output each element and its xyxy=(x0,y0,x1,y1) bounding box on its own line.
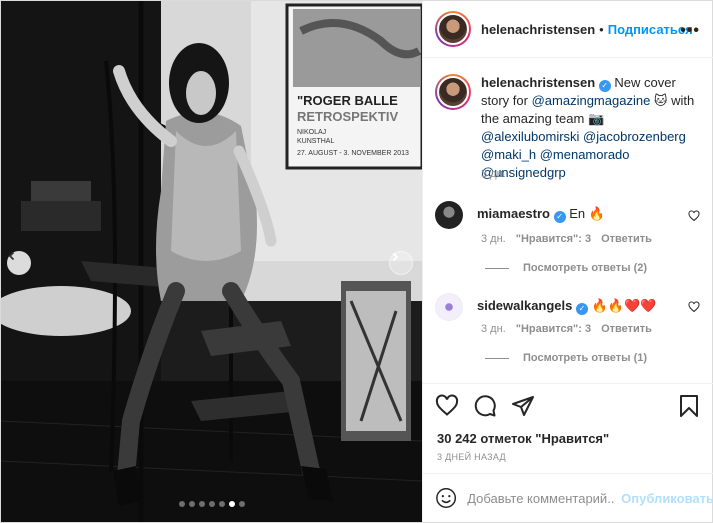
comment-meta: 3 дн. "Нравится": 3 Ответить xyxy=(481,233,652,245)
comment-likes[interactable]: "Нравится": 3 xyxy=(516,233,591,245)
save-bookmark-icon[interactable] xyxy=(678,394,700,418)
add-comment-bar: Добавьте комментарий... Опубликовать xyxy=(423,473,713,522)
comment-time[interactable]: 3 дн. xyxy=(481,233,506,245)
comment-item: miamaestro ✓ En 🔥 xyxy=(435,201,705,229)
replies-divider xyxy=(485,357,509,359)
comment-username[interactable]: miamaestro xyxy=(477,206,550,221)
slide-dot xyxy=(238,501,245,507)
more-options-icon[interactable]: ••• xyxy=(680,22,700,40)
replies-divider xyxy=(485,267,509,269)
reply-button[interactable]: Ответить xyxy=(601,323,652,335)
slide-dot xyxy=(208,501,215,507)
chevron-left-icon xyxy=(8,251,15,261)
caption-time[interactable]: 3 дн. xyxy=(481,168,506,180)
comment-likes[interactable]: "Нравится": 3 xyxy=(516,323,591,335)
comment-text: 🔥🔥❤️❤️ xyxy=(591,298,657,313)
verified-badge-icon: ✓ xyxy=(598,80,611,92)
view-replies-button[interactable]: Посмотреть ответы (2) xyxy=(485,262,647,274)
caption-avatar[interactable] xyxy=(435,74,471,110)
comment-text: En 🔥 xyxy=(569,206,605,221)
previous-slide-button[interactable] xyxy=(7,251,31,275)
reply-button[interactable]: Ответить xyxy=(601,233,652,245)
post-sidebar: helenachristensen • Подписаться ••• hele… xyxy=(422,1,713,522)
verified-badge-icon: ✓ xyxy=(576,303,589,315)
comment-username[interactable]: sidewalkangels xyxy=(477,298,572,313)
comment-meta: 3 дн. "Нравится": 3 Ответить xyxy=(481,323,652,335)
verified-badge-icon: ✓ xyxy=(553,211,566,223)
slide-dot xyxy=(228,501,235,507)
slide-dot xyxy=(188,501,195,507)
publish-button[interactable]: Опубликовать xyxy=(621,491,713,506)
posted-time[interactable]: 3 ДНЕЙ НАЗАД xyxy=(437,452,506,462)
caption-username[interactable]: helenachristensen xyxy=(481,75,595,90)
comment-item: sidewalkangels ✓ 🔥🔥❤️❤️ xyxy=(435,293,705,321)
slide-indicator xyxy=(1,501,422,507)
slide-dot xyxy=(178,501,185,507)
comment-time[interactable]: 3 дн. xyxy=(481,323,506,335)
svg-text:27. AUGUST - 3. NOVEMBER 2013: 27. AUGUST - 3. NOVEMBER 2013 xyxy=(297,150,409,157)
separator-dot: • xyxy=(599,21,604,37)
svg-text:NIKOLAJ: NIKOLAJ xyxy=(297,129,326,136)
photo-illustration: "ROGER BALLE RETROSPEKTIV NIKOLAJ KUNSTH… xyxy=(1,1,422,522)
like-heart-icon[interactable] xyxy=(435,394,459,418)
like-comment-heart-icon[interactable] xyxy=(688,301,700,313)
view-replies-button[interactable]: Посмотреть ответы (1) xyxy=(485,352,647,364)
like-comment-heart-icon[interactable] xyxy=(688,210,700,222)
comment-input[interactable]: Добавьте комментарий... xyxy=(467,491,615,506)
post-actions: 30 242 отметок "Нравится" 3 ДНЕЙ НАЗАД xyxy=(423,383,713,483)
comment-body: miamaestro ✓ En 🔥 xyxy=(477,206,605,229)
instagram-post: "ROGER BALLE RETROSPEKTIV NIKOLAJ KUNSTH… xyxy=(0,0,713,523)
commenter-avatar[interactable] xyxy=(435,201,463,229)
share-paper-plane-icon[interactable] xyxy=(511,394,535,418)
comment-body: sidewalkangels ✓ 🔥🔥❤️❤️ xyxy=(477,298,656,321)
likes-count[interactable]: 30 242 отметок "Нравится" xyxy=(437,431,609,446)
commenter-avatar[interactable] xyxy=(435,293,463,321)
svg-text:"ROGER BALLE: "ROGER BALLE xyxy=(297,93,398,108)
mention-magazine[interactable]: @amazingmagazine xyxy=(532,93,651,108)
slide-dot xyxy=(218,501,225,507)
action-icons xyxy=(435,394,535,418)
author-username[interactable]: helenachristensen xyxy=(481,22,595,37)
chevron-right-icon xyxy=(392,252,399,262)
comment-bubble-icon[interactable] xyxy=(473,394,497,418)
comments-area[interactable]: helenachristensen ✓ New cover story for … xyxy=(423,58,713,383)
slide-dot xyxy=(198,501,205,507)
view-replies-label: Посмотреть ответы (2) xyxy=(523,262,648,274)
emoji-icon[interactable] xyxy=(435,486,457,510)
caption-mentions[interactable]: @alexilubomirski @jacobrozenberg @maki_h… xyxy=(481,129,686,180)
view-replies-label: Посмотреть ответы (1) xyxy=(523,352,648,364)
post-photo[interactable]: "ROGER BALLE RETROSPEKTIV NIKOLAJ KUNSTH… xyxy=(1,1,422,522)
svg-text:RETROSPEKTIV: RETROSPEKTIV xyxy=(297,109,398,124)
post-caption: helenachristensen ✓ New cover story for … xyxy=(435,74,705,182)
svg-text:KUNSTHAL: KUNSTHAL xyxy=(297,138,334,145)
post-header: helenachristensen • Подписаться ••• xyxy=(423,1,713,58)
caption-text: helenachristensen ✓ New cover story for … xyxy=(481,74,701,182)
author-avatar[interactable] xyxy=(435,11,471,47)
next-slide-button[interactable] xyxy=(389,251,413,275)
